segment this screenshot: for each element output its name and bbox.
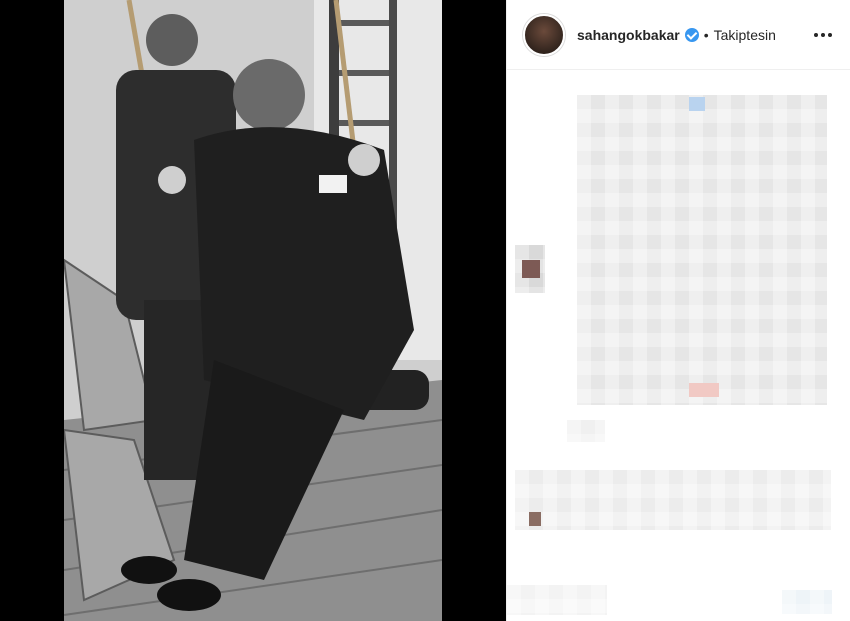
post-photo[interactable]	[64, 0, 442, 621]
verified-badge-icon	[684, 27, 699, 42]
comment-blurred	[515, 470, 831, 530]
media-pane	[0, 0, 506, 621]
actions-bar-blurred	[507, 585, 607, 615]
caption-text-blurred	[577, 95, 827, 405]
follow-status-button[interactable]: Takiptesin	[714, 27, 776, 43]
post-side-panel: sahangokbakar • Takiptesin	[506, 0, 850, 621]
username-link[interactable]: sahangokbakar	[577, 27, 680, 43]
instagram-post-view: sahangokbakar • Takiptesin	[0, 0, 850, 621]
footer-meta-blurred	[782, 590, 832, 614]
caption-author-avatar-blurred	[515, 245, 545, 293]
photo-illustration	[64, 0, 442, 621]
more-options-icon[interactable]	[810, 27, 836, 43]
header-separator: •	[703, 26, 709, 43]
post-header: sahangokbakar • Takiptesin	[507, 0, 850, 70]
caption-meta-blurred	[567, 420, 605, 442]
profile-avatar[interactable]	[523, 13, 565, 56]
